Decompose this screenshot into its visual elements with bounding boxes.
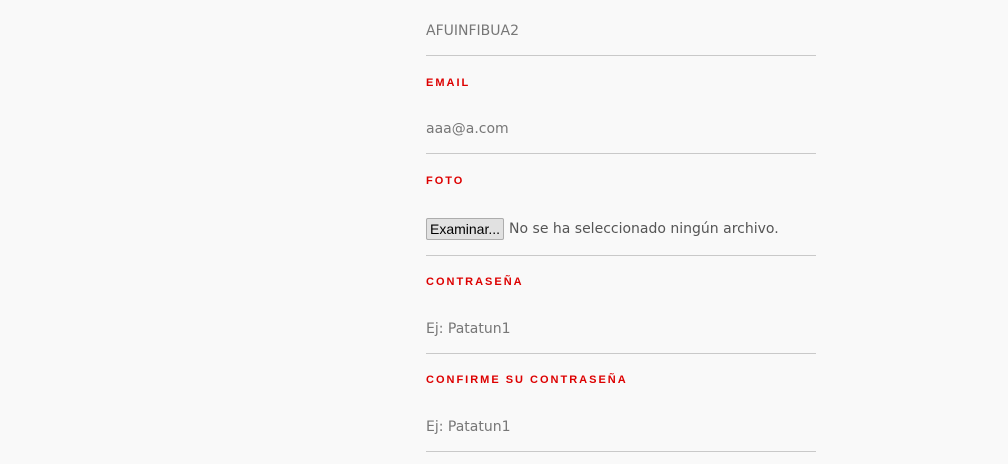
file-status-text: No se ha seleccionado ningún archivo. bbox=[509, 221, 779, 237]
email-field[interactable] bbox=[426, 116, 816, 142]
browse-file-button[interactable]: Examinar... bbox=[426, 218, 505, 240]
photo-underline bbox=[426, 255, 816, 256]
password-label: CONTRASEÑA bbox=[426, 276, 524, 288]
confirm-password-label: CONFIRME SU CONTRASEÑA bbox=[426, 374, 628, 386]
photo-label: FOTO bbox=[426, 175, 465, 187]
email-underline bbox=[426, 153, 816, 154]
photo-file-input: Examinar... No se ha seleccionado ningún… bbox=[426, 217, 779, 241]
password-underline bbox=[426, 353, 816, 354]
username-underline bbox=[426, 55, 816, 56]
password-field[interactable] bbox=[426, 316, 816, 342]
confirm-password-field[interactable] bbox=[426, 414, 816, 440]
username-field[interactable] bbox=[426, 18, 816, 44]
email-label: EMAIL bbox=[426, 77, 471, 89]
confirm-password-underline bbox=[426, 451, 816, 452]
